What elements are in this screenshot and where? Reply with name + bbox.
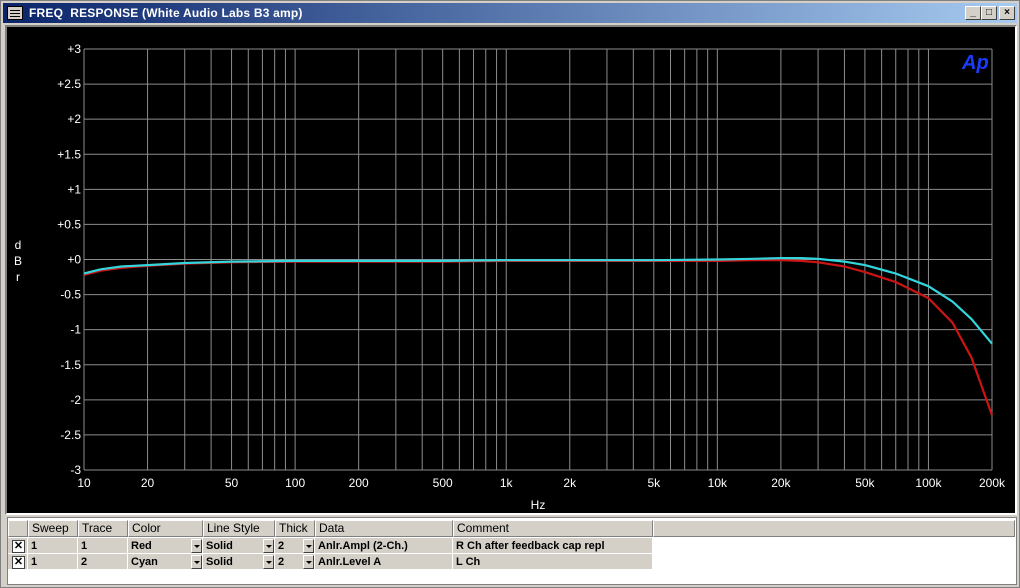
x-tick-label: 10 [77, 476, 91, 490]
trace-cell[interactable]: 2 [78, 554, 128, 570]
y-tick-label: +0 [67, 253, 81, 267]
x-tick-label: 50k [855, 476, 875, 490]
window-menu-icon[interactable] [7, 6, 23, 20]
trace-enable-checkbox[interactable]: ✕ [12, 540, 25, 553]
comment-cell[interactable]: L Ch [453, 554, 653, 570]
y-axis-label-char: d [15, 238, 22, 252]
header-filler [653, 520, 1015, 537]
y-axis-label: dBr [14, 238, 22, 284]
y-tick-label: -1.5 [60, 358, 81, 372]
data-cell[interactable]: Anlr.Ampl (2-Ch.) [315, 538, 453, 554]
x-tick-label: 200k [979, 476, 1006, 490]
x-tick-label: 20k [771, 476, 791, 490]
x-tick-label: 10k [708, 476, 728, 490]
y-axis-ticks: +3 +2.5 +2 +1.5 +1 +0.5 +0 -0.5 -1 -1.5 -2 -2.5 -3 [57, 42, 81, 477]
thick-dropdown-icon[interactable] [303, 555, 314, 569]
title-bar[interactable]: FREQ RESPONSE (White Audio Labs B3 amp) … [3, 3, 1017, 23]
y-tick-label: +2 [67, 112, 81, 126]
x-axis-ticks: 10 20 50 100 200 500 1k 2k 5k 10k 20k 50k 100k 200k [77, 476, 1006, 490]
y-tick-label: +1.5 [57, 147, 81, 161]
thick-dropdown-icon[interactable] [303, 539, 314, 553]
ap-logo: Ap [961, 52, 989, 74]
maximize-button[interactable]: □ [981, 6, 997, 20]
app-window: FREQ RESPONSE (White Audio Labs B3 amp) … [0, 0, 1020, 588]
x-tick-label: 50 [225, 476, 239, 490]
y-axis-label-char: B [14, 254, 22, 268]
y-tick-label: -1 [70, 323, 81, 337]
color-dropdown-icon[interactable] [191, 539, 202, 553]
graph-panel[interactable]: +3 +2.5 +2 +1.5 +1 +0.5 +0 -0.5 -1 -1.5 -2 -2.5 -3 1… [5, 25, 1017, 515]
sweep-cell[interactable]: 1 [28, 554, 78, 570]
trace-enable-checkbox[interactable]: ✕ [12, 556, 25, 569]
window-title: FREQ RESPONSE (White Audio Labs B3 amp) [29, 6, 303, 20]
x-axis-label: Hz [531, 498, 546, 512]
x-tick-label: 500 [433, 476, 453, 490]
y-tick-label: +3 [67, 42, 81, 56]
header-select [8, 520, 28, 537]
header-thick[interactable]: Thick [275, 520, 315, 537]
y-axis-label-char: r [16, 270, 20, 284]
trace-cell[interactable]: 1 [78, 538, 128, 554]
x-tick-label: 5k [647, 476, 661, 490]
minimize-button[interactable]: _ [965, 6, 981, 20]
trace-table: Sweep Trace Color Line Style Thick Data … [7, 517, 1017, 585]
series-line-2 [83, 257, 993, 345]
y-tick-label: -2 [70, 393, 81, 407]
data-cell[interactable]: Anlr.Level A [315, 554, 453, 570]
frequency-response-chart[interactable]: +3 +2.5 +2 +1.5 +1 +0.5 +0 -0.5 -1 -1.5 -2 -2.5 -3 1… [7, 27, 1015, 513]
y-tick-label: +0.5 [57, 217, 81, 231]
line-style-dropdown-icon[interactable] [263, 539, 274, 553]
y-tick-label: -3 [70, 463, 81, 477]
x-tick-label: 20 [141, 476, 155, 490]
x-tick-label: 2k [563, 476, 577, 490]
y-tick-label: -0.5 [60, 288, 81, 302]
y-tick-label: +2.5 [57, 77, 81, 91]
y-tick-label: +1 [67, 182, 81, 196]
header-comment[interactable]: Comment [453, 520, 653, 537]
close-button[interactable]: × [999, 6, 1015, 20]
header-trace[interactable]: Trace [78, 520, 128, 537]
color-dropdown-icon[interactable] [191, 555, 202, 569]
line-style-dropdown-icon[interactable] [263, 555, 274, 569]
x-tick-label: 100 [285, 476, 305, 490]
header-sweep[interactable]: Sweep [28, 520, 78, 537]
header-line-style[interactable]: Line Style [203, 520, 275, 537]
sweep-cell[interactable]: 1 [28, 538, 78, 554]
x-tick-label: 200 [349, 476, 369, 490]
x-tick-label: 100k [915, 476, 942, 490]
series-line-1 [83, 259, 994, 416]
y-tick-label: -2.5 [60, 428, 81, 442]
header-color[interactable]: Color [128, 520, 203, 537]
header-data[interactable]: Data [315, 520, 453, 537]
x-tick-label: 1k [500, 476, 514, 490]
data-series [83, 257, 994, 416]
comment-cell[interactable]: R Ch after feedback cap repl [453, 538, 653, 554]
